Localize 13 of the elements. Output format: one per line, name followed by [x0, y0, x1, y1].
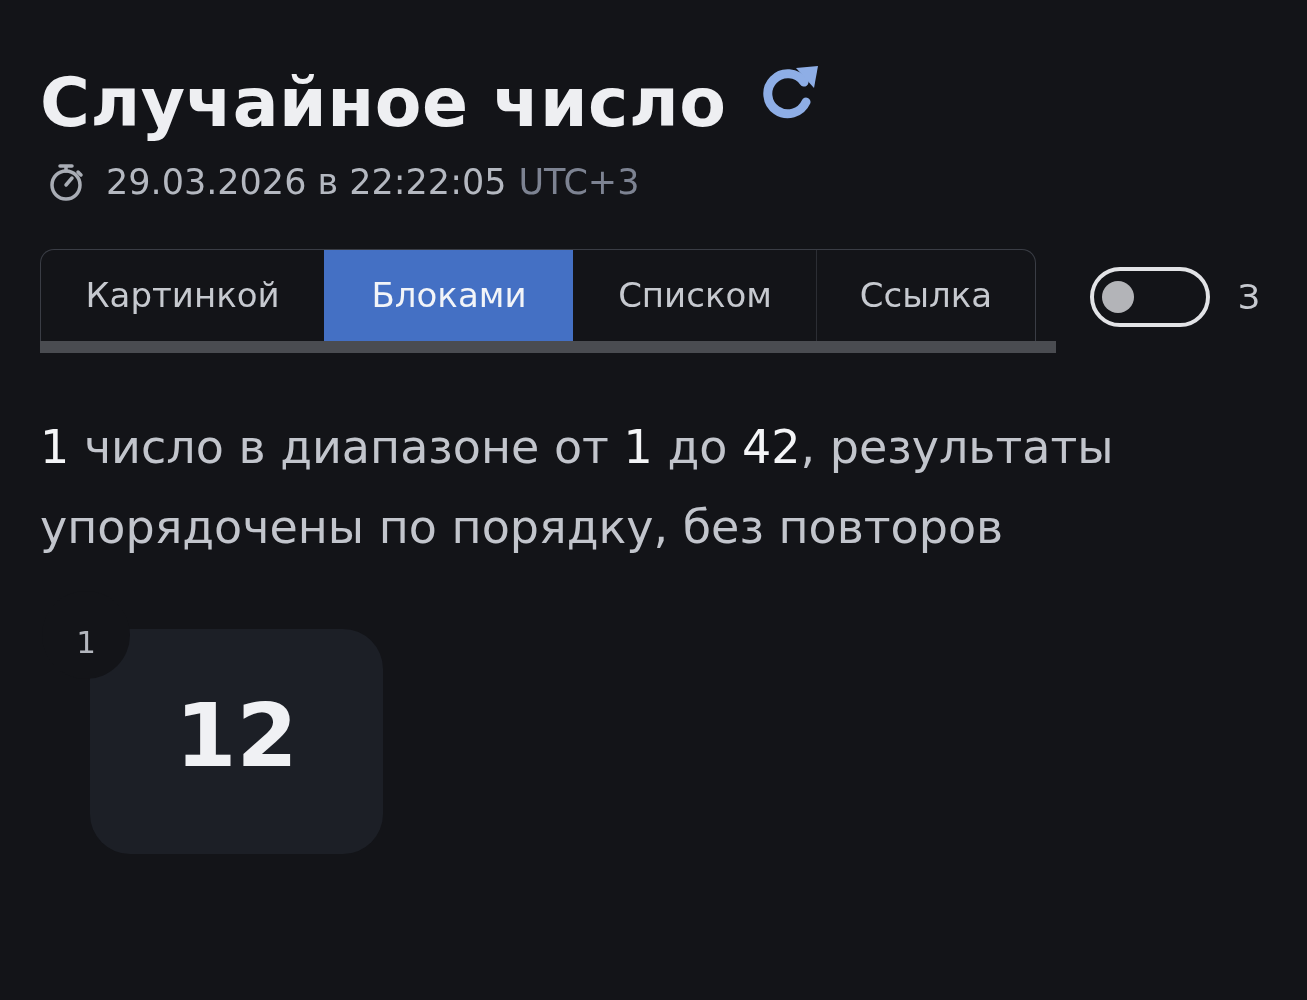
toggle-label: З	[1238, 276, 1260, 317]
tab[interactable]: Блоками	[324, 249, 573, 341]
stopwatch-icon	[48, 162, 84, 201]
scrollbar[interactable]	[40, 340, 1056, 353]
page-title: Случайное число	[40, 62, 727, 144]
tab[interactable]: Картинкой	[41, 249, 324, 341]
timestamp: 29.03.2026 в 22:22:05	[106, 161, 507, 202]
summary-text: 1 число в диапазоне от 1 до 42, результаты упорядочены по порядку, без повторов	[40, 418, 1115, 556]
tab[interactable]: Списком	[573, 249, 816, 341]
refresh-icon[interactable]	[760, 63, 821, 120]
tab[interactable]: Ссылка	[816, 249, 1035, 341]
toggle-switch[interactable]	[1090, 266, 1210, 327]
timezone: UTC+3	[518, 161, 640, 202]
